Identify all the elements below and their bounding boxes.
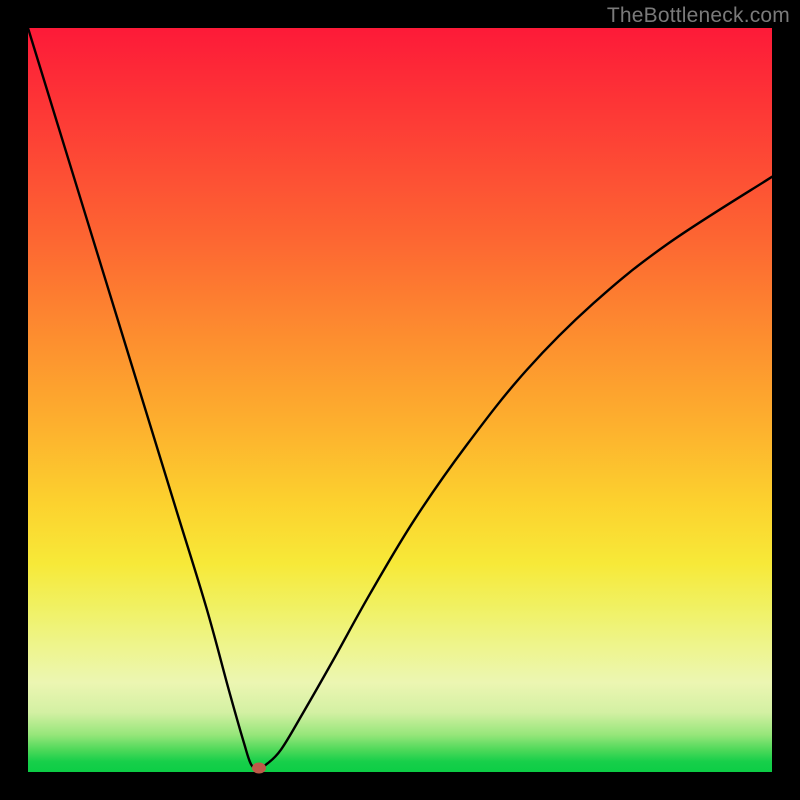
chart-frame: TheBottleneck.com xyxy=(0,0,800,800)
watermark-text: TheBottleneck.com xyxy=(607,4,790,28)
plot-area xyxy=(28,28,772,772)
bottleneck-curve xyxy=(28,28,772,772)
optimum-marker xyxy=(252,763,266,774)
